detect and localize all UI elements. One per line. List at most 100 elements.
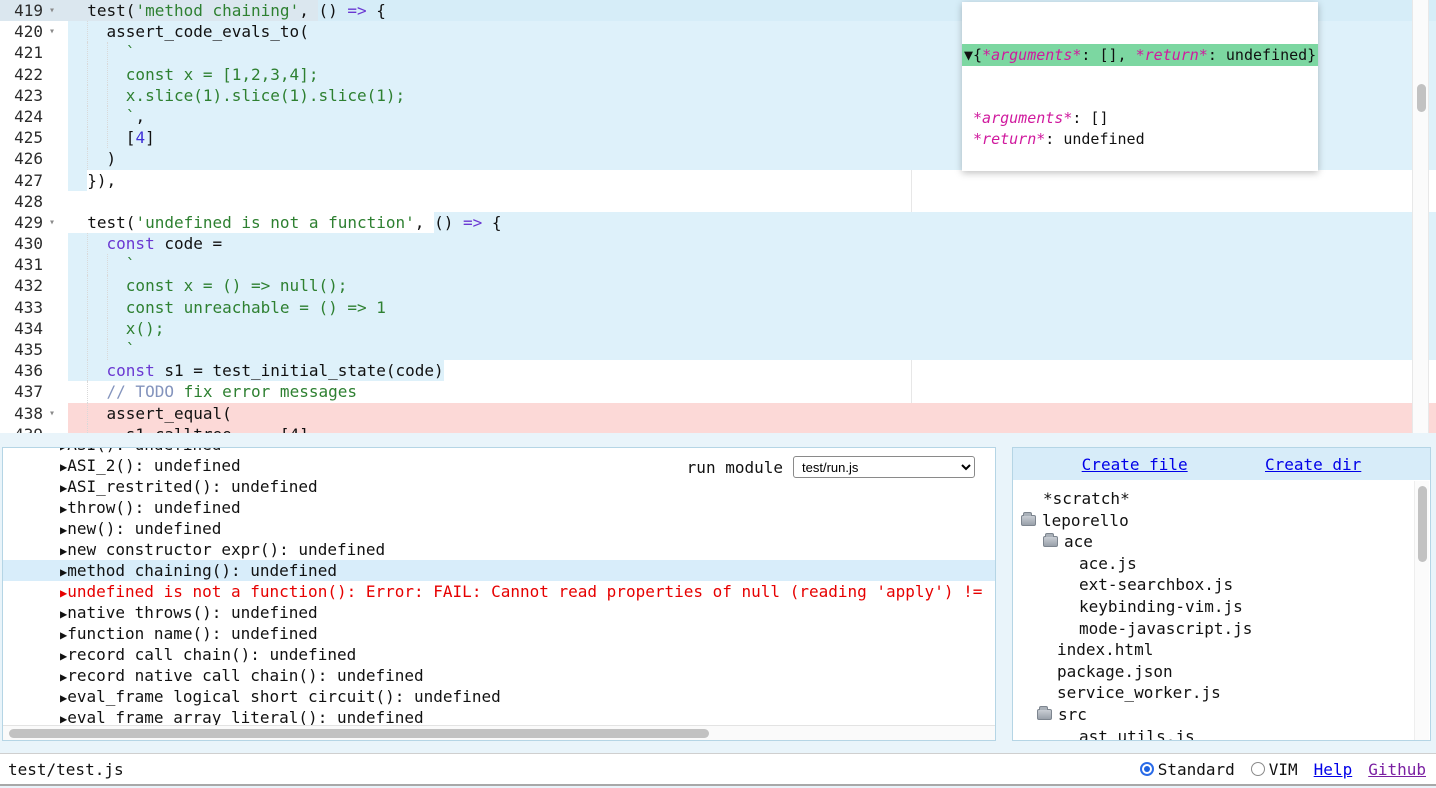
code-line-content: x();: [57, 318, 1436, 339]
github-link[interactable]: Github: [1368, 760, 1426, 779]
tree-file-row[interactable]: *scratch*: [1013, 488, 1430, 510]
radio-vim-icon[interactable]: [1251, 762, 1265, 776]
fold-arrow-icon[interactable]: ▾: [49, 403, 55, 424]
editor-line[interactable]: 435 `: [0, 339, 1436, 360]
tree-file-row[interactable]: mode-javascript.js: [1013, 618, 1430, 640]
line-number[interactable]: 421: [0, 42, 57, 63]
code-text: const code =: [68, 234, 222, 253]
line-number[interactable]: 429▾: [0, 212, 57, 233]
line-number[interactable]: 436: [0, 360, 57, 381]
editor-line[interactable]: 430 const code =: [0, 233, 1436, 254]
tree-item-label: leporello: [1042, 511, 1129, 530]
tree-file-row[interactable]: service_worker.js: [1013, 682, 1430, 704]
tree-file-row[interactable]: index.html: [1013, 639, 1430, 661]
tree-folder-row[interactable]: ace: [1013, 531, 1430, 553]
code-token: [: [68, 128, 135, 147]
tree-file-row[interactable]: keybinding-vim.js: [1013, 596, 1430, 618]
editor-line[interactable]: 439 s1.calltree ... [4]: [0, 424, 1436, 433]
line-number[interactable]: 426: [0, 148, 57, 169]
line-number[interactable]: 437: [0, 381, 57, 402]
line-number[interactable]: 430: [0, 233, 57, 254]
code-token: ▼{: [964, 46, 982, 64]
calltree-item[interactable]: ▶record call chain(): undefined: [3, 644, 995, 665]
output-scrollbar-thumb[interactable]: [9, 729, 709, 738]
radio-standard-icon[interactable]: [1140, 762, 1154, 776]
line-number[interactable]: 427: [0, 170, 57, 191]
calltree-item[interactable]: ▶method chaining(): undefined: [3, 560, 995, 581]
fold-arrow-icon[interactable]: ▾: [49, 0, 55, 21]
line-number[interactable]: 431: [0, 254, 57, 275]
tree-file-row[interactable]: package.json: [1013, 661, 1430, 683]
editor-line[interactable]: 438▾ assert_equal(: [0, 403, 1436, 424]
code-text: `: [68, 340, 135, 359]
value-inspector-popup[interactable]: ▼{*arguments*: [], *return*: undefined} …: [962, 2, 1318, 171]
folder-icon: [1037, 709, 1052, 720]
value-inspector-row[interactable]: *arguments*: []: [962, 108, 1318, 129]
calltree-item[interactable]: ▶ASI(): undefined: [3, 447, 995, 455]
calltree-output-panel[interactable]: ▶ASI(): undefined▶ASI_2(): undefined▶ASI…: [2, 447, 996, 741]
fold-arrow-icon[interactable]: ▾: [49, 212, 55, 233]
editor-scrollbar-thumb[interactable]: [1417, 84, 1426, 112]
line-number[interactable]: 419▾: [0, 0, 57, 21]
line-number[interactable]: 428: [0, 191, 57, 212]
editor-line[interactable]: 429▾ test('undefined is not a function',…: [0, 212, 1436, 233]
calltree-item[interactable]: ▶native throws(): undefined: [3, 602, 995, 623]
calltree-item[interactable]: ▶eval_frame logical short circuit(): und…: [3, 686, 995, 707]
line-number[interactable]: 424: [0, 106, 57, 127]
code-line-content: test('undefined is not a function', () =…: [57, 212, 1436, 233]
create-dir-link[interactable]: Create dir: [1265, 455, 1361, 474]
editor-vertical-scrollbar[interactable]: [1412, 0, 1429, 433]
tree-item-label: *scratch*: [1043, 489, 1130, 508]
line-number[interactable]: 434: [0, 318, 57, 339]
code-line-content: const x = () => null();: [57, 275, 1436, 296]
line-number[interactable]: 422: [0, 64, 57, 85]
status-bar-controls: Standard VIM Help Github: [1140, 760, 1426, 779]
line-number[interactable]: 438▾: [0, 403, 57, 424]
tree-file-row[interactable]: ace.js: [1013, 553, 1430, 575]
line-number[interactable]: 433: [0, 297, 57, 318]
code-line-content: const unreachable = () => 1: [57, 297, 1436, 318]
calltree-item[interactable]: ▶function name(): undefined: [3, 623, 995, 644]
editor-line[interactable]: 437 // TODO fix error messages: [0, 381, 1436, 402]
tree-vertical-scrollbar[interactable]: [1414, 481, 1429, 741]
editor-line[interactable]: 433 const unreachable = () => 1: [0, 297, 1436, 318]
calltree-item-label: native throws(): undefined: [67, 603, 317, 622]
value-inspector-row[interactable]: *return*: undefined: [962, 129, 1318, 150]
fold-arrow-icon[interactable]: ▾: [49, 21, 55, 42]
calltree-item[interactable]: ▶new(): undefined: [3, 518, 995, 539]
tree-folder-row[interactable]: src: [1013, 704, 1430, 726]
code-line-content: const s1 = test_initial_state(code): [57, 360, 1436, 381]
calltree-item[interactable]: ▶throw(): undefined: [3, 497, 995, 518]
calltree-item[interactable]: ▶record native call chain(): undefined: [3, 665, 995, 686]
line-number[interactable]: 435: [0, 339, 57, 360]
editor-line[interactable]: 434 x();: [0, 318, 1436, 339]
tree-scrollbar-thumb[interactable]: [1418, 486, 1427, 562]
keybinding-vim-option[interactable]: VIM: [1251, 760, 1298, 779]
calltree-item-label: eval_frame logical short circuit(): unde…: [67, 687, 500, 706]
output-horizontal-scrollbar[interactable]: [3, 725, 995, 740]
editor-line[interactable]: 427 }),: [0, 170, 1436, 191]
line-number[interactable]: 425: [0, 127, 57, 148]
calltree-item[interactable]: ▶ASI_restrited(): undefined: [3, 476, 995, 497]
editor-line[interactable]: 431 `: [0, 254, 1436, 275]
editor-line[interactable]: 436 const s1 = test_initial_state(code): [0, 360, 1436, 381]
editor-line[interactable]: 428: [0, 191, 1436, 212]
line-number[interactable]: 432: [0, 275, 57, 296]
code-token: const: [107, 234, 155, 253]
line-number[interactable]: 420▾: [0, 21, 57, 42]
tree-file-row[interactable]: ast_utils.js: [1013, 726, 1430, 741]
line-number[interactable]: 439: [0, 424, 57, 433]
value-inspector-header[interactable]: ▼{*arguments*: [], *return*: undefined}: [962, 44, 1318, 66]
help-link[interactable]: Help: [1314, 760, 1353, 779]
line-number[interactable]: 423: [0, 85, 57, 106]
keybinding-vim-label: VIM: [1269, 760, 1298, 779]
calltree-item[interactable]: ▶new constructor expr(): undefined: [3, 539, 995, 560]
code-token: [68, 234, 107, 253]
run-module-select[interactable]: test/run.js: [793, 456, 975, 478]
tree-file-row[interactable]: ext-searchbox.js: [1013, 574, 1430, 596]
calltree-item[interactable]: ▶undefined is not a function(): Error: F…: [3, 581, 995, 602]
create-file-link[interactable]: Create file: [1082, 455, 1188, 474]
tree-folder-row[interactable]: leporello: [1013, 510, 1430, 532]
editor-line[interactable]: 432 const x = () => null();: [0, 275, 1436, 296]
keybinding-standard-option[interactable]: Standard: [1140, 760, 1235, 779]
